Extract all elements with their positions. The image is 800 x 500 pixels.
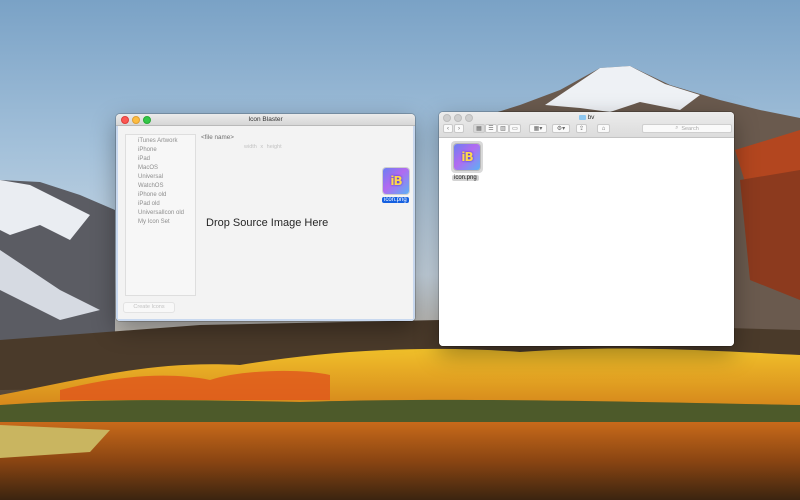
window-title: Icon Blaster	[248, 116, 283, 123]
column-view-button[interactable]: ▥	[497, 124, 509, 133]
finder-window: bv ‹ › ▦ ☰ ▥ ▭ ▦▾ ⚙▾ ⇪ ⌂ ⌕ Search iB ico…	[439, 112, 734, 346]
icon-view-icon: ▦	[476, 126, 482, 132]
icon-blaster-titlebar[interactable]: Icon Blaster	[116, 114, 415, 126]
gallery-view-button[interactable]: ▭	[509, 124, 521, 133]
group-icon: ▦▾	[533, 126, 543, 132]
target-item-ipad[interactable]: iPad	[138, 155, 195, 164]
column-view-icon: ▥	[500, 126, 506, 132]
target-item-iphone[interactable]: iPhone	[138, 146, 195, 155]
width-label: width	[244, 144, 257, 150]
search-icon: ⌕	[675, 125, 679, 131]
target-list[interactable]: iTunes Artwork iPhone iPad MacOS Univers…	[125, 134, 196, 296]
finder-toolbar[interactable]: bv ‹ › ▦ ☰ ▥ ▭ ▦▾ ⚙▾ ⇪ ⌂ ⌕ Search	[439, 112, 734, 138]
target-item-my-icon-set[interactable]: My Icon Set	[138, 218, 195, 227]
finder-title-text: bv	[587, 114, 595, 121]
search-placeholder: Search	[681, 125, 699, 132]
search-field[interactable]: ⌕ Search	[642, 124, 732, 133]
target-item-universal[interactable]: Universal	[138, 173, 195, 182]
dropped-image-icon[interactable]: iB	[383, 168, 409, 194]
forward-button[interactable]: ›	[454, 124, 464, 133]
finder-title: bv	[439, 113, 734, 122]
tag-icon: ⌂	[601, 125, 606, 132]
gallery-view-icon: ▭	[512, 126, 518, 132]
file-name-label[interactable]: icon.png	[452, 175, 479, 181]
target-item-universal-icon-old[interactable]: UniversalIcon old	[138, 209, 195, 218]
share-icon: ⇪	[578, 126, 585, 132]
finder-content: iB icon.png	[439, 138, 734, 346]
drop-zone-prompt[interactable]: Drop Source Image Here	[206, 217, 328, 229]
folder-icon	[578, 114, 586, 120]
icon-glyph: iB	[461, 150, 473, 164]
target-item-itunes-artwork[interactable]: iTunes Artwork	[138, 137, 195, 146]
icon-view-button[interactable]: ▦	[473, 124, 485, 133]
back-button[interactable]: ‹	[443, 124, 453, 133]
target-item-iphone-old[interactable]: iPhone old	[138, 191, 195, 200]
tag-button[interactable]: ⌂	[597, 124, 610, 133]
file-icon-png[interactable]: iB	[454, 144, 480, 170]
share-button[interactable]: ⇪	[576, 124, 587, 133]
icon-blaster-content: iTunes Artwork iPhone iPad MacOS Univers…	[116, 126, 415, 321]
target-item-ipad-old[interactable]: iPad old	[138, 200, 195, 209]
target-item-watchos[interactable]: WatchOS	[138, 182, 195, 191]
file-name-label: <file name>	[201, 134, 234, 141]
times-sign: x	[260, 144, 264, 150]
group-button[interactable]: ▦▾	[529, 124, 547, 133]
action-button[interactable]: ⚙▾	[552, 124, 570, 133]
dimensions-label: width x height	[244, 144, 282, 150]
create-icons-button[interactable]: Create Icons	[123, 302, 175, 313]
target-item-macos[interactable]: MacOS	[138, 164, 195, 173]
gear-icon: ⚙▾	[556, 126, 566, 132]
list-view-button[interactable]: ☰	[485, 124, 497, 133]
icon-blaster-window: Icon Blaster iTunes Artwork iPhone iPad …	[116, 114, 415, 321]
dropped-image-label[interactable]: icon.png	[382, 197, 409, 203]
list-view-icon: ☰	[488, 126, 494, 132]
height-label: height	[266, 144, 282, 150]
icon-glyph: iB	[390, 174, 402, 188]
